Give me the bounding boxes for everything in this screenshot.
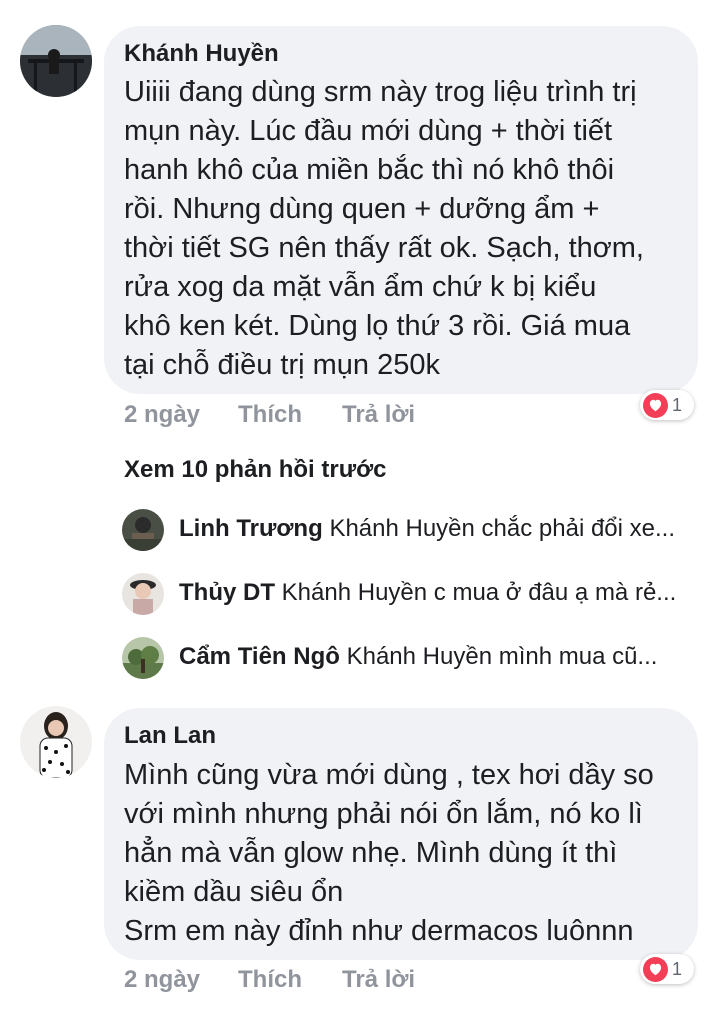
- comment-lan-lan: Lan Lan Mình cũng vừa mới dùng , tex hơi…: [0, 0, 720, 1024]
- avatar-photo-icon: [20, 706, 92, 778]
- heart-icon: [643, 956, 668, 982]
- comment-time[interactable]: 2 ngày: [124, 966, 200, 994]
- comment-text: Mình cũng vừa mới dùng , tex hơi dầy so …: [124, 759, 654, 947]
- reaction-badge[interactable]: 1: [640, 954, 694, 984]
- like-button[interactable]: Thích: [238, 966, 302, 994]
- reply-button[interactable]: Trả lời: [342, 966, 415, 994]
- avatar[interactable]: [20, 706, 92, 778]
- comment-author[interactable]: Lan Lan: [124, 722, 216, 750]
- reaction-count: 1: [672, 958, 683, 979]
